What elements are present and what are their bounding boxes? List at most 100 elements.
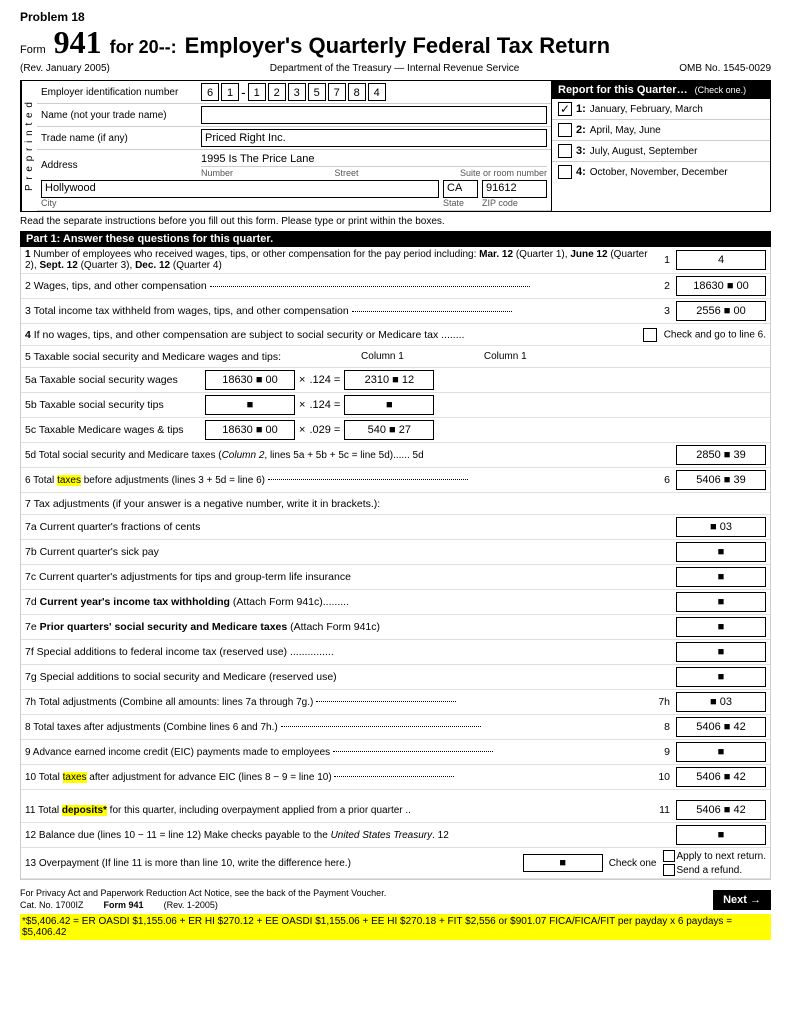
quarter-option-1[interactable]: ✓ 1: January, February, March — [552, 99, 770, 120]
city-label: City — [41, 198, 439, 208]
line1-text: 1 Number of employees who received wages… — [25, 249, 658, 271]
line8-text: 8 Total taxes after adjustments (Combine… — [25, 722, 658, 733]
line7b-row: 7b Current quarter's sick pay ■ — [21, 540, 770, 565]
next-button[interactable]: Next → — [713, 890, 771, 910]
street-label: Street — [237, 168, 456, 178]
address-bottom: Hollywood City CA State 91612 ZIP code — [41, 180, 547, 208]
quarter-3-num: 3: — [576, 145, 586, 157]
line4-check-go: Check and go to line 6. — [643, 328, 766, 342]
line10-num: 10 — [658, 771, 670, 783]
zip-value: 91612 — [482, 180, 547, 198]
line11-value: 5406 ■ 42 — [676, 800, 766, 820]
quarter-option-4[interactable]: 4: October, November, December — [552, 162, 770, 182]
spacer-1 — [21, 790, 770, 798]
city-block: Hollywood City — [41, 180, 439, 208]
ein-digit-2: 1 — [221, 83, 239, 101]
employer-section: P r e p r i n t e d Employer identificat… — [20, 80, 552, 212]
apply-next-option[interactable]: Apply to next return. — [663, 850, 767, 862]
footer-left: For Privacy Act and Paperwork Reduction … — [20, 888, 386, 910]
line7f-row: 7f Special additions to federal income t… — [21, 640, 770, 665]
address-street-value: 1995 Is The Price Lane — [201, 152, 547, 167]
line8-num: 8 — [664, 721, 670, 733]
footer-form: Form 941 — [104, 900, 144, 910]
line10-text: 10 Total taxes after adjustment for adva… — [25, 772, 652, 783]
apply-next-label: Apply to next return. — [677, 851, 767, 862]
line9-num: 9 — [664, 746, 670, 758]
trade-name-input[interactable] — [201, 129, 547, 147]
line5a-col1: 18630 ■ 00 — [205, 370, 295, 390]
line6-value: 5406 ■ 39 — [676, 470, 766, 490]
line7e-row: 7e Prior quarters' social security and M… — [21, 615, 770, 640]
report-quarter-header: Report for this Quarter… (Check one.) — [552, 81, 770, 99]
quarter-1-checkbox[interactable]: ✓ — [558, 102, 572, 116]
line13-text: 13 Overpayment (If line 11 is more than … — [25, 858, 523, 869]
quarter-2-checkbox[interactable] — [558, 123, 572, 137]
line6-text: 6 Total taxes before adjustments (lines … — [25, 475, 658, 486]
zip-label: ZIP code — [482, 198, 547, 208]
ein-digit-1: 6 — [201, 83, 219, 101]
line5c-col2: 540 ■ 27 — [344, 420, 434, 440]
send-refund-checkbox[interactable] — [663, 864, 675, 876]
part1-content: 1 Number of employees who received wages… — [20, 247, 771, 880]
line7b-value: ■ — [676, 542, 766, 562]
number-label: Number — [201, 168, 233, 178]
line7c-label: 7c Current quarter's adjustments for tip… — [25, 571, 676, 583]
line10-highlight: taxes — [63, 772, 87, 783]
send-refund-option[interactable]: Send a refund. — [663, 864, 767, 876]
line9-row: 9 Advance earned income credit (EIC) pay… — [21, 740, 770, 765]
line6-highlight: taxes — [57, 475, 81, 486]
line5a-label: 5a Taxable social security wages — [25, 374, 205, 386]
ein-digit-3: 1 — [248, 83, 266, 101]
line11-row: 11 Total deposits* for this quarter, inc… — [21, 798, 770, 823]
form-941-number: 941 — [54, 24, 102, 61]
quarter-3-checkbox[interactable] — [558, 144, 572, 158]
line11-num: 11 — [659, 804, 670, 816]
quarter-option-3[interactable]: 3: July, August, September — [552, 141, 770, 162]
line13-check-one: Check one — [609, 858, 657, 869]
line5b-label: 5b Taxable social security tips — [25, 399, 205, 411]
next-button-wrapper: Next → — [713, 890, 771, 910]
ein-digit-9: 4 — [368, 83, 386, 101]
ein-digit-8: 8 — [348, 83, 366, 101]
form-dept: Department of the Treasury — Internal Re… — [270, 63, 520, 74]
line7h-num: 7h — [658, 696, 670, 708]
line4-text: 4 If no wages, tips, and other compensat… — [25, 329, 643, 341]
quarter-option-2[interactable]: 2: April, May, June — [552, 120, 770, 141]
apply-next-checkbox[interactable] — [663, 850, 675, 862]
line13-check-options: Apply to next return. Send a refund. — [663, 850, 767, 876]
line11-text: 11 Total deposits* for this quarter, inc… — [25, 805, 653, 816]
send-refund-label: Send a refund. — [677, 865, 743, 876]
problem-number: Problem 18 — [20, 10, 85, 24]
line9-value: ■ — [676, 742, 766, 762]
line5b-col2: ■ — [344, 395, 434, 415]
bottom-note: *$5,406.42 = ER OASDI $1,155.06 + ER HI … — [20, 914, 771, 940]
line5a-mult: × — [299, 374, 305, 386]
line5c-row: 5c Taxable Medicare wages & tips 18630 ■… — [21, 418, 770, 443]
line7g-row: 7g Special additions to social security … — [21, 665, 770, 690]
form-title: Employer's Quarterly Federal Tax Return — [185, 33, 610, 59]
line12-text: 12 Balance due (lines 10 − 11 = line 12)… — [25, 830, 676, 841]
line13-row: 13 Overpayment (If line 11 is more than … — [21, 848, 770, 879]
address-label: Address — [41, 160, 201, 171]
line5b-col1: ■ — [205, 395, 295, 415]
name-input[interactable] — [201, 106, 547, 124]
footer: For Privacy Act and Paperwork Reduction … — [20, 888, 771, 910]
line7e-label: 7e Prior quarters' social security and M… — [25, 621, 676, 633]
form-rev: (Rev. January 2005) — [20, 63, 110, 74]
line5d-row: 5d Total social security and Medicare ta… — [21, 443, 770, 468]
line7f-label: 7f Special additions to federal income t… — [25, 646, 676, 658]
line7b-label: 7b Current quarter's sick pay — [25, 546, 676, 558]
line7g-label: 7g Special additions to social security … — [25, 671, 676, 683]
line2-num: 2 — [664, 280, 670, 292]
line5d-text: 5d Total social security and Medicare ta… — [25, 450, 676, 461]
line7h-value: ■ 03 — [676, 692, 766, 712]
trade-name-row: Trade name (if any) — [37, 127, 551, 150]
ein-dash: - — [241, 84, 246, 100]
suite-label: Suite or room number — [460, 168, 547, 178]
line6-row: 6 Total taxes before adjustments (lines … — [21, 468, 770, 493]
line8-value: 5406 ■ 42 — [676, 717, 766, 737]
line8-row: 8 Total taxes after adjustments (Combine… — [21, 715, 770, 740]
quarter-4-checkbox[interactable] — [558, 165, 572, 179]
line7e-value: ■ — [676, 617, 766, 637]
line6-num: 6 — [664, 474, 670, 486]
